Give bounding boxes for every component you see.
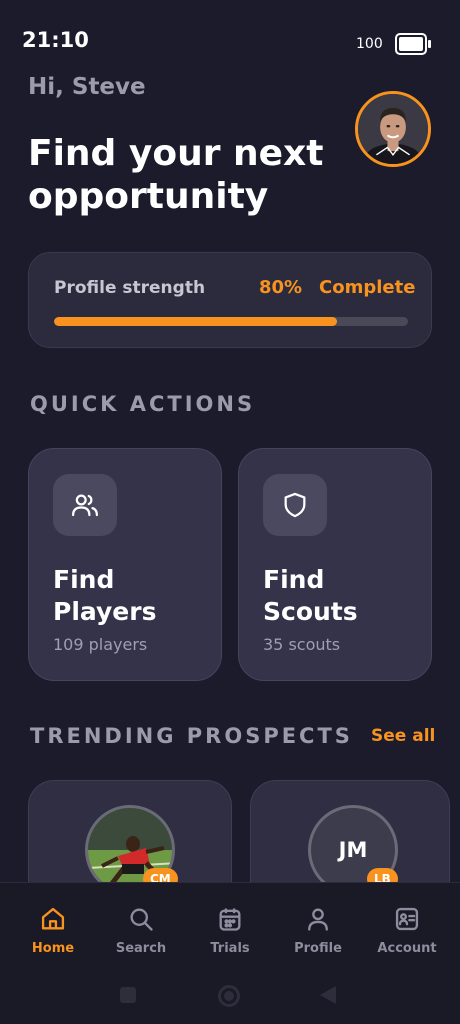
find-scouts-card[interactable]: Find Scouts 35 scouts xyxy=(238,448,432,681)
home-icon xyxy=(41,907,65,930)
nav-trials-label: Trials xyxy=(210,941,250,956)
see-all-link[interactable]: See all xyxy=(371,726,435,746)
person-icon xyxy=(308,908,328,931)
page-headline: Find your next opportunity xyxy=(28,133,324,217)
users-icon xyxy=(53,474,117,536)
user-photo xyxy=(358,94,428,164)
trending-prospects-title: TRENDING PROSPECTS xyxy=(30,724,353,748)
profile-progress-fill xyxy=(54,317,338,326)
profile-strength-percent: 80% xyxy=(259,277,303,298)
find-players-card[interactable]: Find Players 109 players xyxy=(28,448,222,681)
find-players-count: 109 players xyxy=(53,635,148,654)
find-scouts-title: Find Scouts xyxy=(263,565,358,626)
search-icon xyxy=(130,908,153,931)
nav-account[interactable]: Account xyxy=(361,905,453,965)
status-time: 21:10 xyxy=(22,28,89,52)
user-avatar[interactable] xyxy=(355,91,431,167)
battery-icon xyxy=(395,33,431,55)
status-bar: 21:10 100 xyxy=(0,0,460,80)
profile-strength-status: Complete xyxy=(319,277,416,298)
recents-button[interactable] xyxy=(120,987,136,1003)
home-button[interactable] xyxy=(218,985,240,1007)
nav-search[interactable]: Search xyxy=(95,905,187,965)
system-nav-bar xyxy=(0,970,460,1024)
nav-search-label: Search xyxy=(115,941,167,956)
id-card-icon xyxy=(395,907,419,931)
battery-level: 100 xyxy=(356,36,383,52)
nav-account-label: Account xyxy=(377,941,437,956)
nav-home[interactable]: Home xyxy=(7,905,99,965)
back-button[interactable] xyxy=(320,986,336,1004)
nav-home-label: Home xyxy=(31,941,75,956)
nav-trials[interactable]: Trials xyxy=(184,905,276,965)
find-scouts-count: 35 scouts xyxy=(263,635,341,654)
nav-profile-label: Profile xyxy=(294,941,342,956)
calendar-icon xyxy=(219,908,241,931)
quick-actions-title: QUICK ACTIONS xyxy=(30,392,256,416)
find-players-title: Find Players xyxy=(53,565,157,626)
greeting: Hi, Steve xyxy=(28,74,146,100)
profile-strength-card[interactable]: Profile strength 80% Complete xyxy=(28,252,432,348)
profile-progress-bar xyxy=(54,317,408,326)
nav-profile[interactable]: Profile xyxy=(272,905,364,965)
shield-icon xyxy=(263,474,327,536)
profile-strength-label: Profile strength xyxy=(54,278,206,298)
